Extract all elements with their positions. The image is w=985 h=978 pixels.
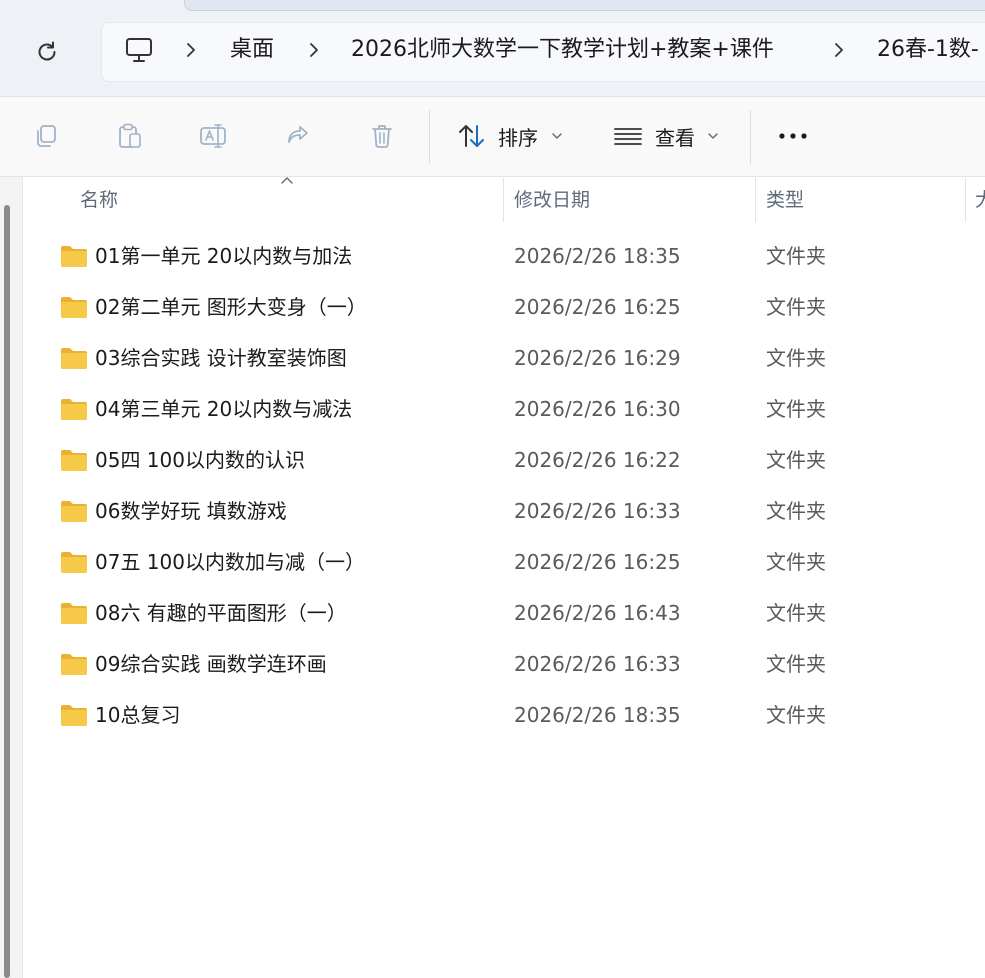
file-modified-date: 2026/2/26 18:35 (514, 244, 681, 268)
column-header-name[interactable]: 名称 (80, 186, 118, 214)
file-type: 文件夹 (766, 601, 826, 625)
file-name[interactable]: 06数学好玩 填数游戏 (95, 496, 287, 526)
refresh-button[interactable] (26, 33, 68, 71)
chevron-right-icon[interactable] (308, 37, 320, 63)
refresh-icon (38, 41, 56, 61)
file-type: 文件夹 (766, 652, 826, 676)
share-icon (288, 126, 308, 143)
share-button[interactable] (276, 114, 320, 158)
file-row[interactable]: 06数学好玩 填数游戏 2026/2/26 16:33 文件夹 (40, 486, 985, 537)
breadcrumb-item-folder[interactable]: 2026北师大数学一下教学计划+教案+课件 (351, 34, 774, 66)
sort-button[interactable] (450, 114, 494, 158)
file-name[interactable]: 10总复习 (95, 700, 180, 730)
chevron-right-icon[interactable] (185, 37, 197, 63)
file-name[interactable]: 09综合实践 画数学连环画 (95, 649, 327, 679)
file-type: 文件夹 (766, 346, 826, 370)
trash-icon (372, 125, 392, 148)
tab-strip-edge (184, 0, 985, 11)
file-modified-date: 2026/2/26 16:25 (514, 550, 681, 574)
column-divider[interactable] (503, 178, 504, 222)
folder-icon (61, 603, 87, 624)
file-row[interactable]: 01第一单元 20以内数与加法 2026/2/26 18:35 文件夹 (40, 231, 985, 282)
view-label[interactable]: 查看 (655, 124, 695, 152)
file-row[interactable]: 02第二单元 图形大变身（一） 2026/2/26 16:25 文件夹 (40, 282, 985, 333)
sort-icon (459, 125, 484, 147)
chevron-down-icon[interactable] (551, 130, 563, 142)
toolbar-divider (429, 110, 430, 164)
file-name[interactable]: 02第二单元 图形大变身（一） (95, 292, 367, 322)
file-row[interactable]: 04第三单元 20以内数与减法 2026/2/26 16:30 文件夹 (40, 384, 985, 435)
file-modified-date: 2026/2/26 16:25 (514, 295, 681, 319)
more-options-button[interactable] (771, 114, 815, 158)
file-row[interactable]: 08六 有趣的平面图形（一） 2026/2/26 16:43 文件夹 (40, 588, 985, 639)
more-icon (779, 133, 807, 139)
column-header-type[interactable]: 类型 (766, 186, 804, 214)
copy-button[interactable] (24, 114, 68, 158)
chevron-down-icon[interactable] (707, 130, 719, 142)
folder-icon (61, 348, 87, 369)
file-modified-date: 2026/2/26 16:33 (514, 652, 681, 676)
toolbar-divider (750, 110, 751, 164)
file-name[interactable]: 04第三单元 20以内数与减法 (95, 394, 352, 424)
file-type: 文件夹 (766, 244, 826, 268)
file-modified-date: 2026/2/26 18:35 (514, 703, 681, 727)
file-type: 文件夹 (766, 295, 826, 319)
paste-icon (119, 123, 141, 148)
rename-button[interactable] (192, 114, 236, 158)
file-type: 文件夹 (766, 550, 826, 574)
breadcrumb-item-desktop[interactable]: 桌面 (230, 34, 274, 66)
folder-icon (61, 450, 87, 471)
folder-icon (61, 399, 87, 420)
column-header-size[interactable]: 大 (975, 186, 985, 214)
column-divider[interactable] (755, 178, 756, 222)
file-type: 文件夹 (766, 448, 826, 472)
file-modified-date: 2026/2/26 16:33 (514, 499, 681, 523)
view-button[interactable] (606, 114, 650, 158)
file-row[interactable]: 05四 100以内数的认识 2026/2/26 16:22 文件夹 (40, 435, 985, 486)
folder-icon (61, 705, 87, 726)
file-type: 文件夹 (766, 499, 826, 523)
file-modified-date: 2026/2/26 16:43 (514, 601, 681, 625)
this-pc-icon[interactable] (124, 35, 154, 65)
breadcrumb-item-current[interactable]: 26春-1数- (877, 34, 979, 66)
file-row[interactable]: 10总复习 2026/2/26 18:35 文件夹 (40, 690, 985, 741)
folder-icon (61, 552, 87, 573)
column-divider[interactable] (965, 178, 966, 222)
column-header-modified[interactable]: 修改日期 (514, 186, 590, 214)
file-name[interactable]: 05四 100以内数的认识 (95, 445, 305, 475)
file-modified-date: 2026/2/26 16:22 (514, 448, 681, 472)
file-modified-date: 2026/2/26 16:29 (514, 346, 681, 370)
sort-ascending-icon (281, 177, 293, 184)
file-name[interactable]: 01第一单元 20以内数与加法 (95, 241, 352, 271)
file-row[interactable]: 09综合实践 画数学连环画 2026/2/26 16:33 文件夹 (40, 639, 985, 690)
rename-icon (200, 124, 226, 148)
chevron-right-icon[interactable] (833, 37, 845, 63)
file-name[interactable]: 07五 100以内数加与减（一） (95, 547, 365, 577)
file-type: 文件夹 (766, 397, 826, 421)
sort-label[interactable]: 排序 (498, 124, 538, 152)
file-row[interactable]: 07五 100以内数加与减（一） 2026/2/26 16:25 文件夹 (40, 537, 985, 588)
copy-icon (37, 125, 56, 147)
file-modified-date: 2026/2/26 16:30 (514, 397, 681, 421)
folder-icon (61, 297, 87, 318)
file-name[interactable]: 03综合实践 设计教室装饰图 (95, 343, 347, 373)
delete-button[interactable] (360, 114, 404, 158)
vertical-scrollbar[interactable] (4, 205, 10, 978)
file-row[interactable]: 03综合实践 设计教室装饰图 2026/2/26 16:29 文件夹 (40, 333, 985, 384)
file-type: 文件夹 (766, 703, 826, 727)
folder-icon (61, 246, 87, 267)
file-name[interactable]: 08六 有趣的平面图形（一） (95, 598, 347, 628)
paste-button[interactable] (108, 114, 152, 158)
folder-icon (61, 501, 87, 522)
list-view-icon (614, 128, 642, 145)
folder-icon (61, 654, 87, 675)
